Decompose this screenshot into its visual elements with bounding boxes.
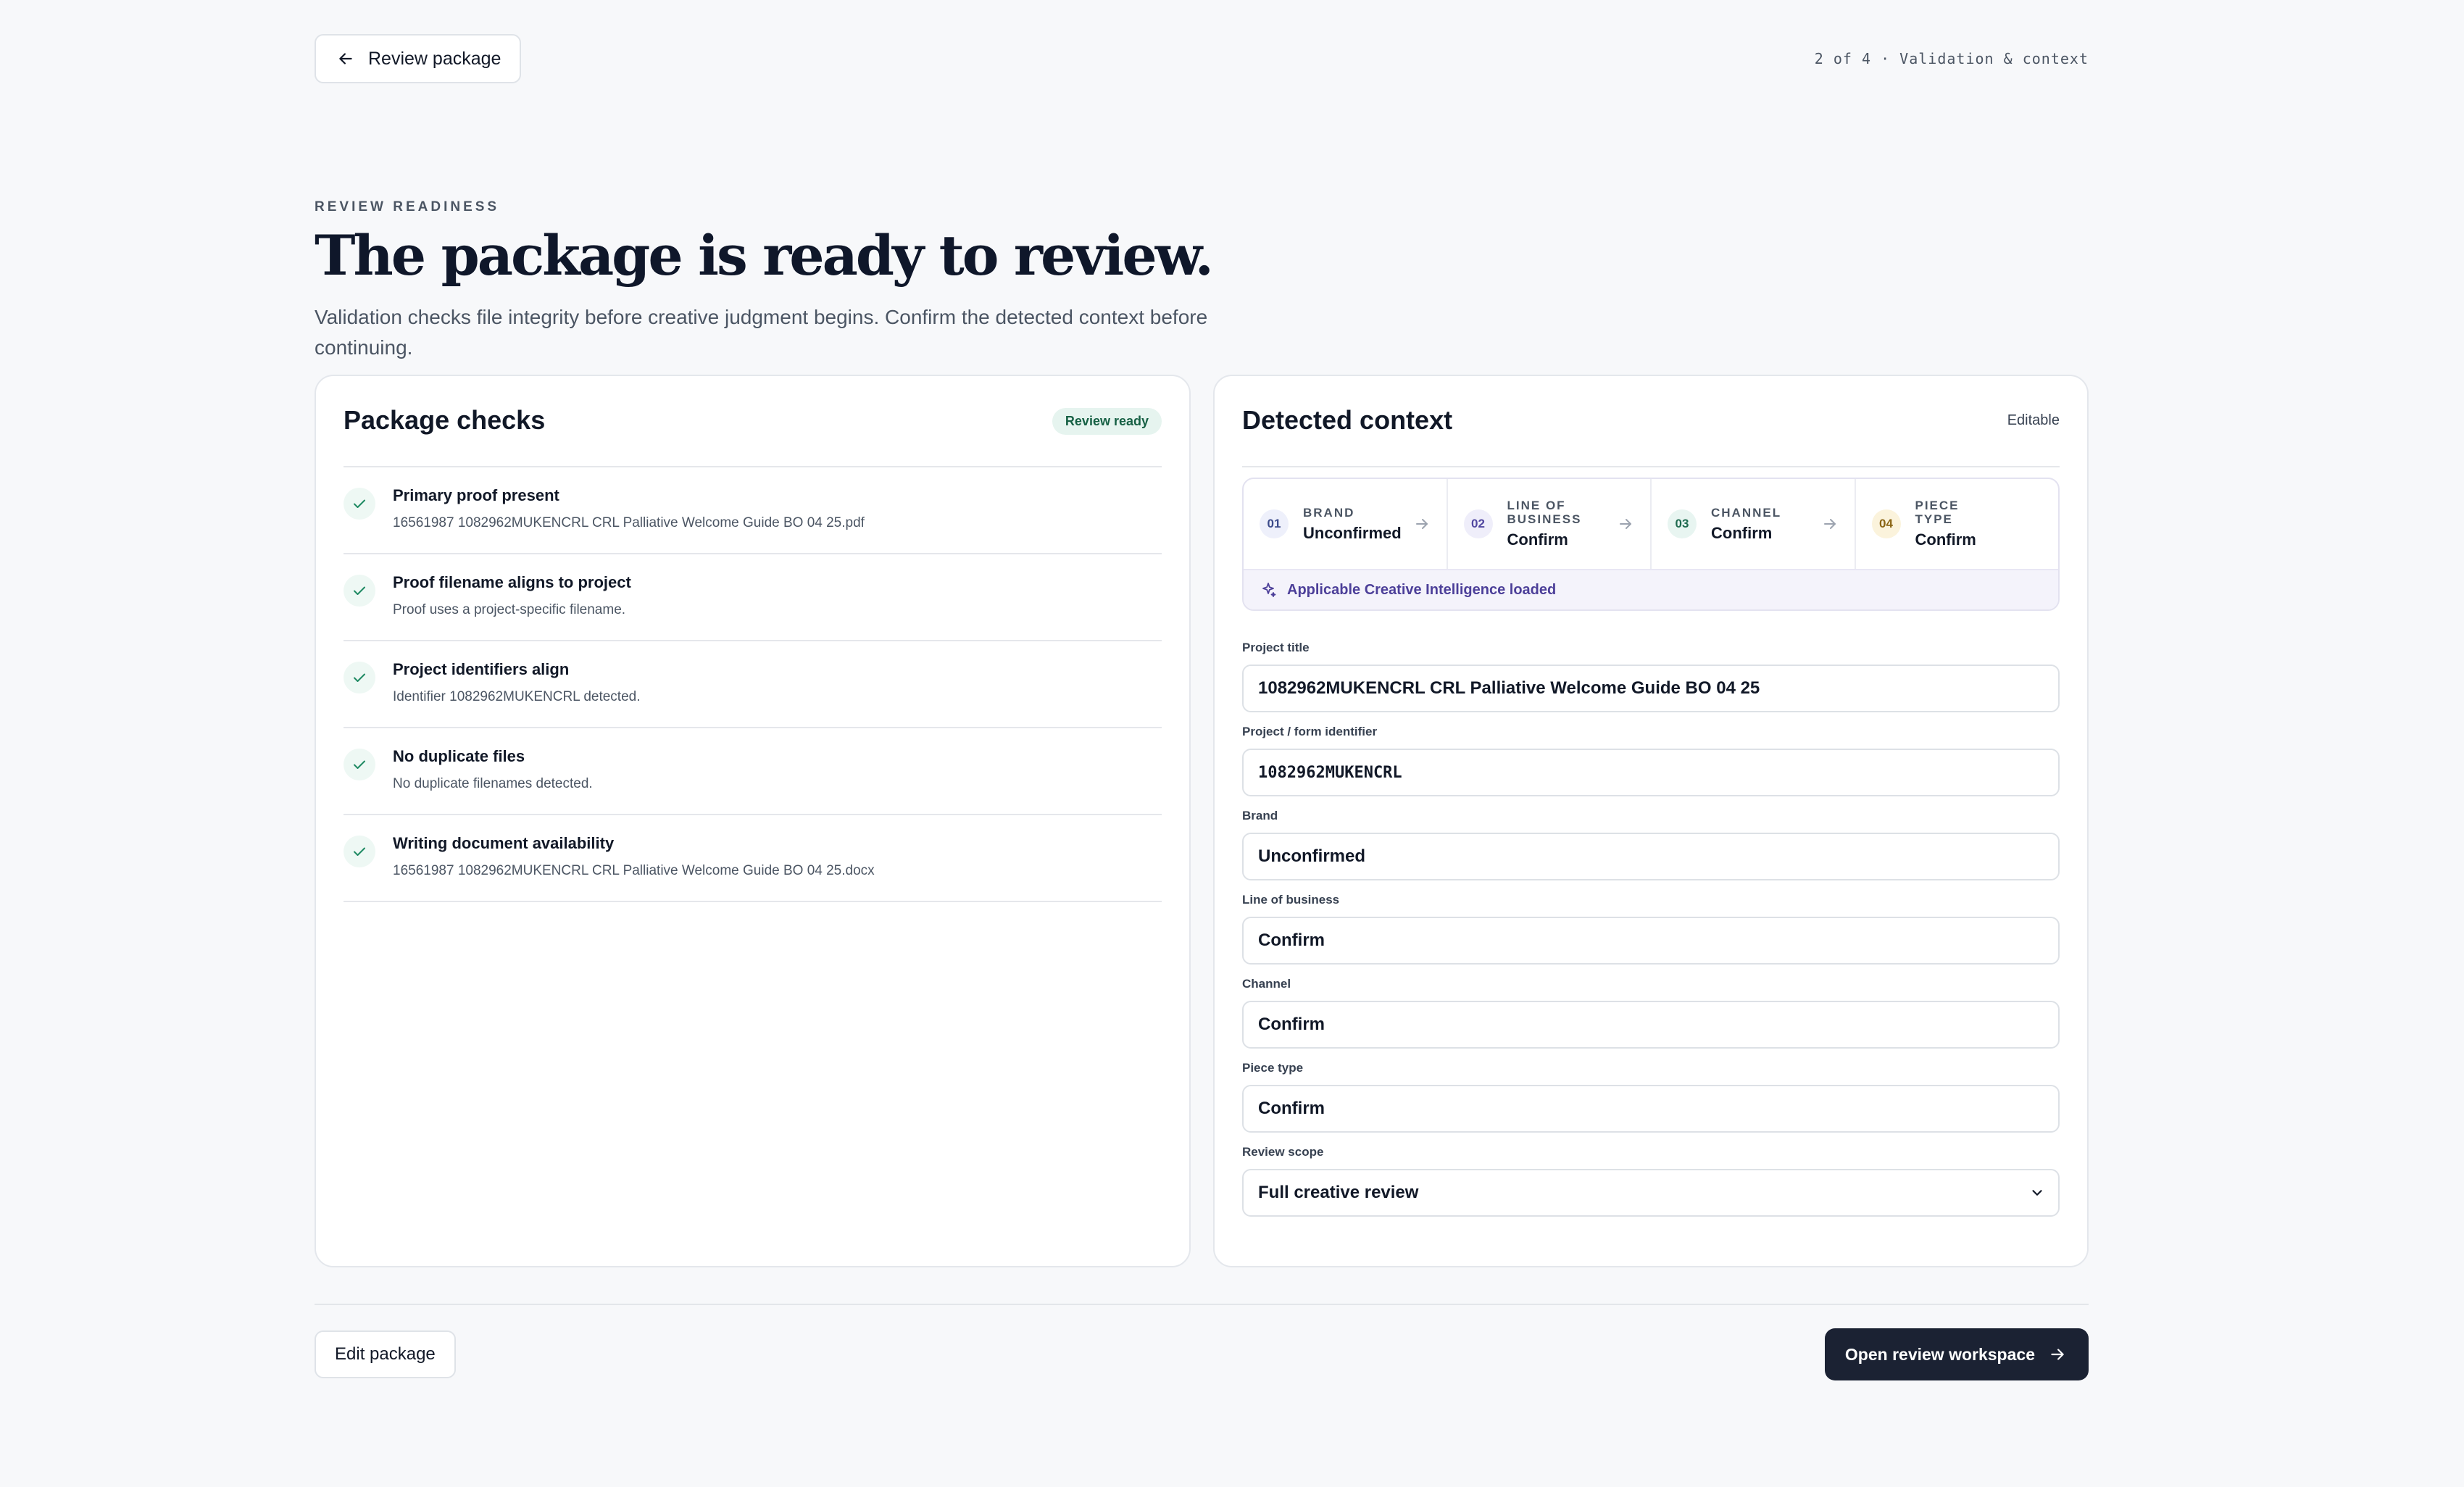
project-identifier-input[interactable]: 1082962MUKENCRL: [1242, 749, 2060, 796]
cards: Package checks Review ready Primary proo…: [315, 375, 2089, 1267]
open-review-workspace-label: Open review workspace: [1844, 1344, 2035, 1364]
check-item: No duplicate files No duplicate filename…: [344, 728, 1162, 815]
brand-input[interactable]: Unconfirmed: [1242, 833, 2060, 880]
eyebrow: REVIEW READINESS: [315, 199, 500, 214]
arrow-right-icon: [1415, 519, 1428, 529]
channel-input[interactable]: Confirm: [1242, 1001, 2060, 1049]
footer: Edit package Open review workspace: [315, 1304, 2089, 1380]
step-value: Confirm: [1711, 523, 1773, 542]
arrow-right-icon: [1823, 519, 1836, 529]
check-title: Writing document availability: [393, 834, 615, 852]
check-icon: [344, 575, 375, 607]
open-review-workspace-button[interactable]: Open review workspace: [1824, 1328, 2089, 1380]
check-icon: [344, 836, 375, 867]
step-number: 01: [1260, 509, 1289, 538]
piece-type-field: Piece type Confirm: [1242, 1061, 2060, 1133]
top-bar: Review package 2 of 4 · Validation & con…: [315, 34, 2089, 83]
context-stepper: 01 BRAND Unconfirmed 02 LINE OF BUSINESS…: [1242, 478, 2060, 611]
package-checks-title: Package checks: [344, 405, 546, 435]
check-icon: [344, 749, 375, 780]
detected-context-title: Detected context: [1242, 405, 1453, 435]
step-label: CHANNEL: [1711, 505, 1782, 520]
check-detail: 16561987 1082962MUKENCRL CRL Palliative …: [393, 863, 875, 878]
line-of-business-input[interactable]: Confirm: [1242, 917, 2060, 965]
check-title: No duplicate files: [393, 747, 525, 765]
check-title: Primary proof present: [393, 486, 559, 504]
step-indicator: 2 of 4 · Validation & context: [1814, 50, 2089, 67]
step-value: Confirm: [1507, 530, 1568, 549]
detected-context-header: Detected context Editable: [1242, 404, 2060, 467]
project-identifier-field: Project / form identifier 1082962MUKENCR…: [1242, 725, 2060, 796]
check-detail: Identifier 1082962MUKENCRL detected.: [393, 689, 641, 704]
package-checks-header: Package checks Review ready: [344, 404, 1162, 467]
review-scope-select[interactable]: Full creative review: [1242, 1169, 2060, 1217]
check-item: Primary proof present 16561987 1082962MU…: [344, 467, 1162, 554]
detected-context-card: Detected context Editable 01 BRAND Uncon…: [1213, 375, 2089, 1267]
step-label: LINE OF BUSINESS: [1507, 499, 1582, 526]
step-number: 04: [1871, 509, 1901, 538]
editable-label: Editable: [2007, 412, 2060, 428]
check-item: Proof filename aligns to project Proof u…: [344, 554, 1162, 641]
chevron-down-icon: [2032, 1190, 2042, 1196]
line-of-business-field: Line of business Confirm: [1242, 893, 2060, 965]
check-icon: [344, 662, 375, 693]
page: Review package 2 of 4 · Validation & con…: [315, 34, 2089, 1380]
step-value: Confirm: [1915, 530, 1976, 549]
check-item: Project identifiers align Identifier 108…: [344, 641, 1162, 728]
field-label: Project / form identifier: [1242, 725, 1378, 738]
check-list: Primary proof present 16561987 1082962MU…: [344, 467, 1162, 902]
context-form: Project title 1082962MUKENCRL CRL Pallia…: [1242, 641, 2060, 1229]
step-label: BRAND: [1303, 505, 1355, 520]
field-label: Project title: [1242, 641, 1310, 654]
channel-field: Channel Confirm: [1242, 977, 2060, 1049]
project-title-field: Project title 1082962MUKENCRL CRL Pallia…: [1242, 641, 2060, 712]
arrow-left-icon: [339, 53, 352, 64]
review-scope-value: Full creative review: [1258, 1183, 1419, 1202]
review-scope-field: Review scope Full creative review: [1242, 1145, 2060, 1217]
page-subtitle: Validation checks file integrity before …: [315, 305, 1208, 359]
field-label: Review scope: [1242, 1145, 1324, 1159]
arrow-right-icon: [2051, 1349, 2064, 1360]
field-label: Channel: [1242, 977, 1291, 991]
check-detail: No duplicate filenames detected.: [393, 776, 593, 791]
step-label: PIECE TYPE: [1915, 499, 1960, 526]
creative-intelligence-strip: Applicable Creative Intelligence loaded: [1244, 569, 2058, 609]
step-channel[interactable]: 03 CHANNEL Confirm: [1652, 479, 1856, 569]
step-number: 02: [1463, 509, 1493, 538]
status-badge: Review ready: [1052, 408, 1162, 435]
project-title-input[interactable]: 1082962MUKENCRL CRL Palliative Welcome G…: [1242, 665, 2060, 712]
sparkle-icon: [1262, 583, 1276, 597]
check-title: Proof filename aligns to project: [393, 573, 631, 591]
creative-intelligence-message: Applicable Creative Intelligence loaded: [1287, 581, 1557, 598]
page-title: The package is ready to review.: [315, 223, 1214, 288]
field-label: Brand: [1242, 809, 1278, 822]
field-label: Line of business: [1242, 893, 1340, 907]
check-icon: [344, 488, 375, 520]
back-button[interactable]: Review package: [315, 34, 522, 83]
field-label: Piece type: [1242, 1061, 1304, 1075]
step-value: Unconfirmed: [1303, 523, 1402, 542]
step-line-of-business[interactable]: 02 LINE OF BUSINESS Confirm: [1448, 479, 1652, 569]
brand-field: Brand Unconfirmed: [1242, 809, 2060, 880]
check-detail: Proof uses a project-specific filename.: [393, 602, 626, 617]
arrow-right-icon: [1620, 519, 1631, 529]
check-detail: 16561987 1082962MUKENCRL CRL Palliative …: [393, 515, 865, 530]
piece-type-input[interactable]: Confirm: [1242, 1085, 2060, 1133]
check-title: Project identifiers align: [393, 660, 570, 678]
step-piece-type[interactable]: 04 PIECE TYPE Confirm: [1856, 479, 2059, 569]
step-number: 03: [1668, 509, 1697, 538]
step-brand[interactable]: 01 BRAND Unconfirmed: [1244, 479, 1448, 569]
edit-package-button[interactable]: Edit package: [315, 1330, 456, 1378]
back-button-label: Review package: [368, 48, 501, 69]
check-item: Writing document availability 16561987 1…: [344, 815, 1162, 902]
package-checks-card: Package checks Review ready Primary proo…: [315, 375, 1191, 1267]
